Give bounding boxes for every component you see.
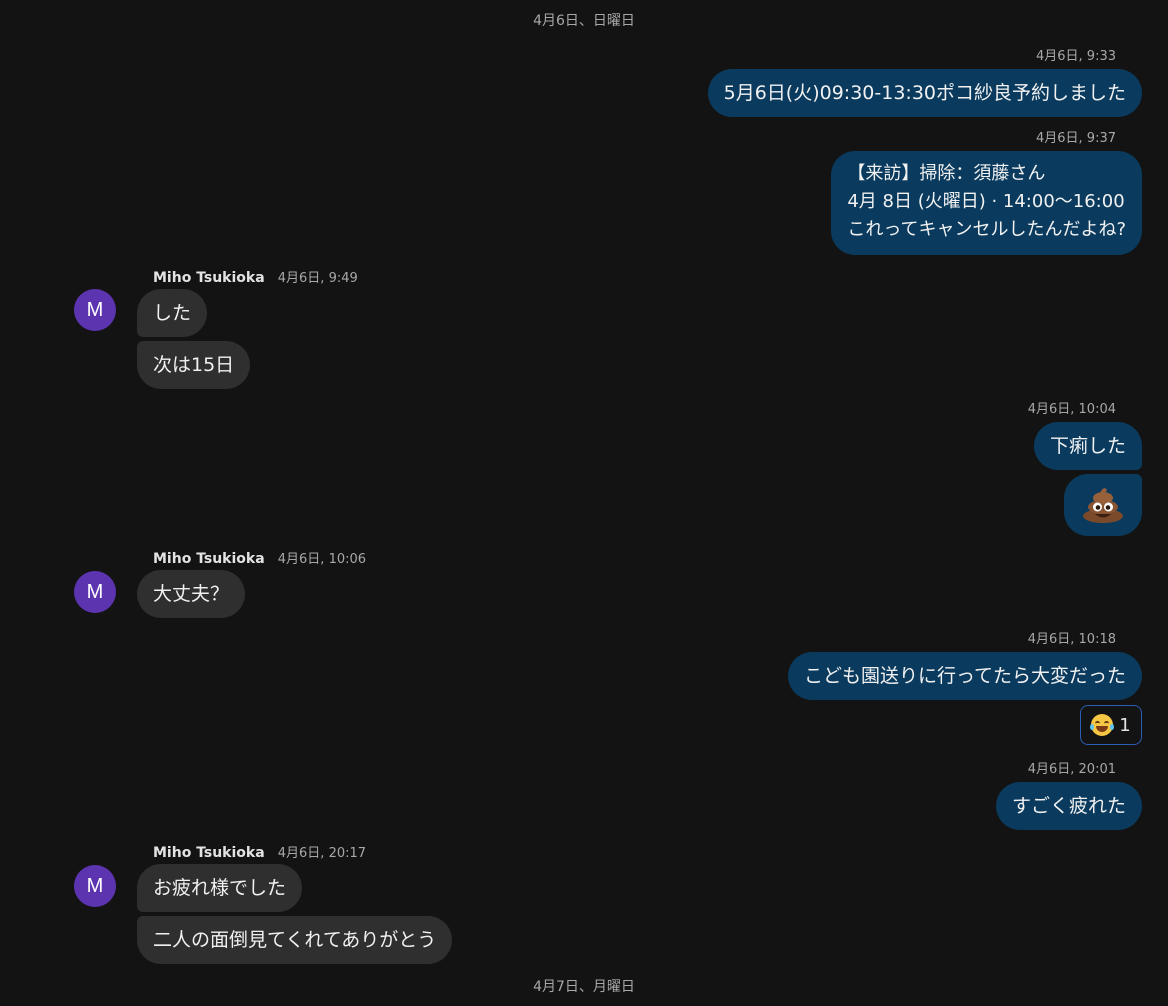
- message-text: こども園送りに行ってたら大変だった: [803, 665, 1126, 687]
- reaction-count: 1: [1119, 714, 1131, 736]
- sender-header: Miho Tsukioka 4月6日, 10:06: [153, 549, 366, 569]
- sender-header: Miho Tsukioka 4月6日, 20:17: [153, 843, 366, 863]
- message-text: 5月6日(火)09:30-13:30ポコ紗良予約しました: [723, 82, 1126, 104]
- outgoing-emoji-message[interactable]: [1064, 474, 1142, 536]
- outgoing-message[interactable]: 5月6日(火)09:30-13:30ポコ紗良予約しました: [707, 69, 1142, 117]
- sender-name: Miho Tsukioka: [153, 270, 265, 286]
- message-timestamp: 4月6日, 20:01: [1027, 762, 1116, 777]
- message-text-line: これってキャンセルしたんだよね?: [847, 219, 1126, 240]
- message-timestamp: 4月6日, 10:04: [1027, 402, 1116, 417]
- message-timestamp: 4月6日, 20:17: [277, 846, 367, 861]
- sender-name: Miho Tsukioka: [153, 551, 265, 567]
- avatar[interactable]: M: [74, 571, 116, 613]
- message-timestamp: 4月6日, 9:49: [277, 271, 358, 286]
- avatar[interactable]: M: [74, 289, 116, 331]
- sender-header: Miho Tsukioka 4月6日, 9:49: [153, 268, 358, 288]
- message-text: した: [153, 302, 192, 324]
- message-text: 次は15日: [153, 354, 235, 376]
- day-divider: 4月6日、日曜日: [533, 13, 635, 29]
- face-with-tears-of-joy-icon: [1090, 714, 1115, 736]
- message-timestamp: 4月6日, 9:37: [1036, 131, 1116, 146]
- message-text: お疲れ様でした: [153, 877, 287, 899]
- message-text-line: 4月 8日 (火曜日) · 14:00〜16:00: [847, 191, 1125, 212]
- pile-of-poo-emoji-icon: [1080, 484, 1126, 524]
- incoming-message[interactable]: お疲れ様でした: [137, 864, 303, 912]
- message-text-line: 【来訪】掃除：須藤さん: [847, 163, 1046, 184]
- incoming-message[interactable]: 次は15日: [137, 341, 251, 389]
- outgoing-message[interactable]: すごく疲れた: [995, 782, 1142, 830]
- reaction-chip[interactable]: 1: [1080, 705, 1142, 745]
- incoming-message[interactable]: した: [137, 289, 208, 337]
- outgoing-message[interactable]: こども園送りに行ってたら大変だった: [787, 652, 1142, 700]
- outgoing-message[interactable]: 下痢した: [1033, 422, 1142, 470]
- message-timestamp: 4月6日, 10:06: [277, 552, 367, 567]
- message-text: 二人の面倒見てくれてありがとう: [153, 929, 437, 951]
- message-text: すごく疲れた: [1011, 795, 1126, 817]
- avatar[interactable]: M: [74, 865, 116, 907]
- incoming-message[interactable]: 二人の面倒見てくれてありがとう: [137, 916, 453, 964]
- message-text: 大丈夫？: [153, 583, 230, 605]
- chat-thread: 4月6日、日曜日 4月6日, 9:33 5月6日(火)09:30-13:30ポコ…: [0, 0, 1168, 1006]
- day-divider: 4月7日、月曜日: [533, 979, 635, 995]
- message-timestamp: 4月6日, 10:18: [1027, 632, 1116, 647]
- incoming-message[interactable]: 大丈夫？: [137, 570, 246, 618]
- outgoing-message[interactable]: 【来訪】掃除：須藤さん 4月 8日 (火曜日) · 14:00〜16:00 これ…: [831, 151, 1142, 255]
- sender-name: Miho Tsukioka: [153, 845, 265, 861]
- message-timestamp: 4月6日, 9:33: [1036, 49, 1116, 64]
- message-text: 下痢した: [1049, 435, 1126, 457]
